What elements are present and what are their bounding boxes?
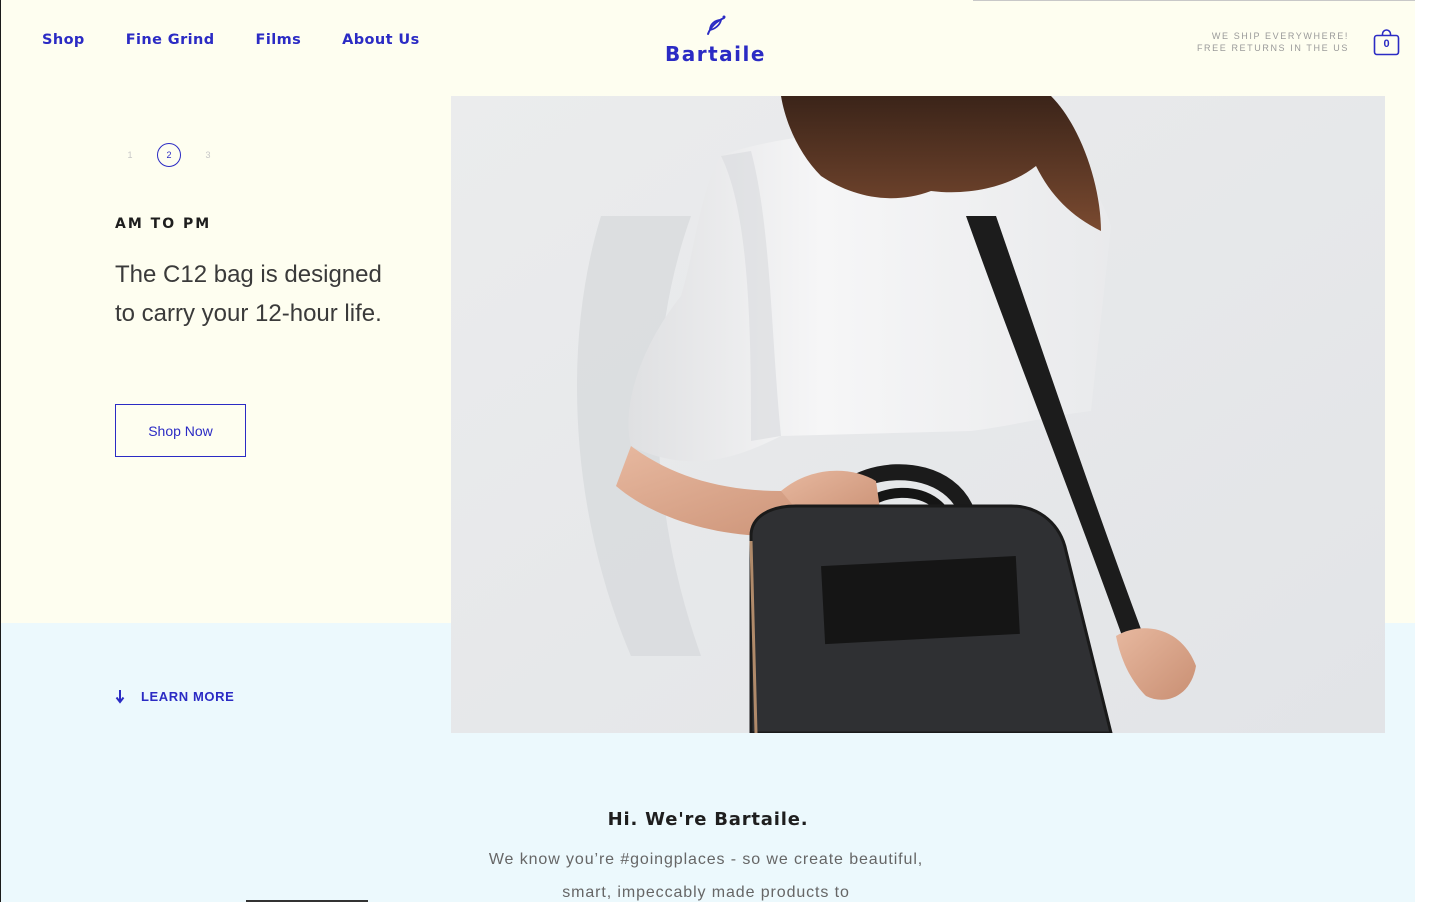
nav-fine-grind[interactable]: Fine Grind xyxy=(126,30,215,50)
shipping-line-1: WE SHIP EVERYWHERE! xyxy=(1211,31,1349,41)
slide-kicker: AM TO PM xyxy=(115,216,212,232)
learn-more-label: LEARN MORE xyxy=(141,688,235,704)
page-frame: Shop Fine Grind Films About Us Bartaile … xyxy=(0,0,1415,902)
slider-pager: 1 2 3 xyxy=(118,143,235,167)
learn-more-link[interactable]: LEARN MORE xyxy=(114,688,234,704)
cart-button[interactable]: 0 xyxy=(1373,29,1400,56)
main-nav: Shop Fine Grind Films About Us xyxy=(42,30,461,50)
slide-dot-2[interactable]: 2 xyxy=(157,143,181,167)
shop-now-button[interactable]: Shop Now xyxy=(115,404,246,457)
slide-dot-1[interactable]: 1 xyxy=(118,143,142,167)
brand-logo[interactable]: Bartaile xyxy=(665,12,765,66)
nav-about-us[interactable]: About Us xyxy=(342,30,419,50)
slide-dot-3[interactable]: 3 xyxy=(196,143,220,167)
feather-logo-icon xyxy=(707,15,726,35)
shipping-note: WE SHIP EVERYWHERE! FREE RETURNS IN THE … xyxy=(1191,30,1349,54)
nav-shop[interactable]: Shop xyxy=(42,30,85,50)
logo-wordmark: Bartaile xyxy=(665,42,766,66)
slide-headline: The C12 bag is designed to carry your 12… xyxy=(115,261,382,327)
cart-count: 0 xyxy=(1383,38,1390,50)
hero-product-photo xyxy=(451,96,1385,733)
model-with-bag-image xyxy=(451,96,1385,733)
intro-text: We know you’re #goingplaces - so we crea… xyxy=(488,851,924,901)
top-divider xyxy=(973,0,1415,1)
intro-title: Hi. We're Bartaile. xyxy=(607,809,809,830)
nav-films[interactable]: Films xyxy=(256,30,302,50)
shipping-line-2: FREE RETURNS IN THE US xyxy=(1196,43,1349,53)
arrow-down-icon xyxy=(115,690,125,704)
